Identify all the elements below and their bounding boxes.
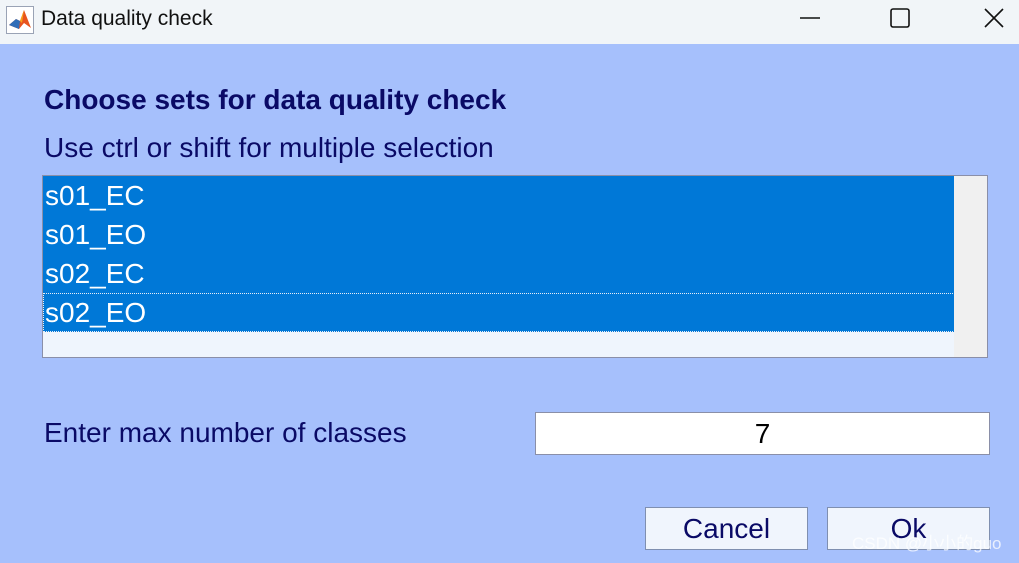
selection-hint: Use ctrl or shift for multiple selection bbox=[44, 132, 494, 163]
dialog-heading: Choose sets for data quality check bbox=[44, 84, 507, 115]
list-item[interactable]: s01_EO bbox=[43, 215, 955, 254]
window-title: Data quality check bbox=[41, 7, 213, 30]
matlab-icon bbox=[6, 6, 34, 34]
title-bar: Data quality check bbox=[0, 0, 1019, 44]
listbox-scrollbar[interactable] bbox=[954, 176, 987, 357]
close-icon[interactable] bbox=[971, 0, 1017, 36]
minimize-icon[interactable] bbox=[787, 0, 833, 36]
cancel-button[interactable]: Cancel bbox=[645, 507, 808, 550]
max-classes-input[interactable] bbox=[535, 412, 990, 455]
sets-listbox[interactable]: s01_EC s01_EO s02_EC s02_EO bbox=[42, 175, 988, 358]
sets-list: s01_EC s01_EO s02_EC s02_EO bbox=[43, 176, 955, 332]
watermark: CSDN @小小的guo bbox=[852, 534, 1002, 553]
list-item[interactable]: s02_EO bbox=[43, 293, 955, 332]
maximize-icon[interactable] bbox=[877, 0, 923, 36]
max-classes-label: Enter max number of classes bbox=[44, 417, 407, 448]
list-item[interactable]: s01_EC bbox=[43, 176, 955, 215]
list-item[interactable]: s02_EC bbox=[43, 254, 955, 293]
